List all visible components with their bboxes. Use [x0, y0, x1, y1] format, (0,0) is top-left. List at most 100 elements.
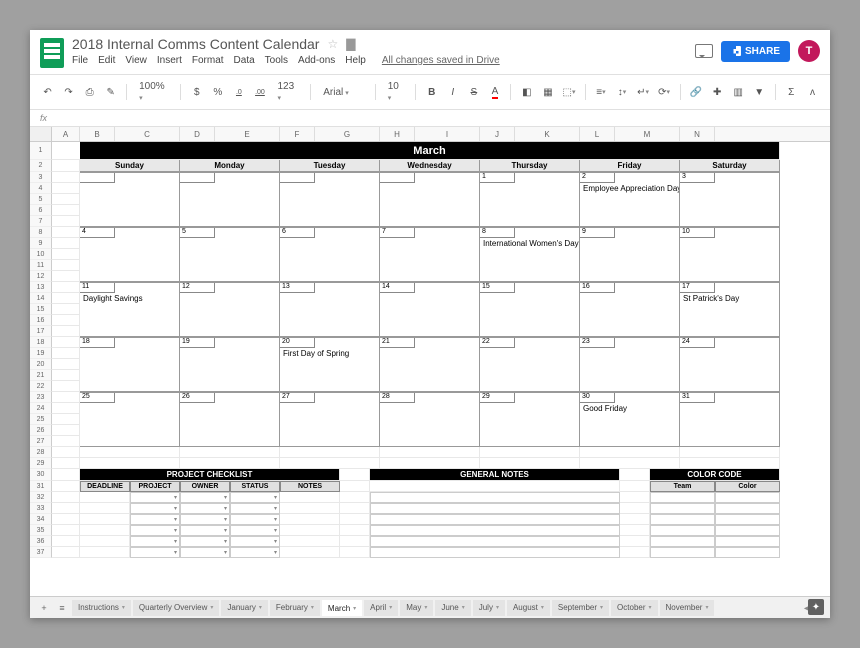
calendar-day[interactable]: 24 — [680, 337, 780, 348]
day-event[interactable] — [80, 403, 180, 414]
color-cell[interactable] — [715, 525, 780, 536]
bold-icon[interactable]: B — [424, 84, 439, 100]
row-header[interactable]: 29 — [30, 458, 52, 469]
day-cell[interactable] — [180, 260, 280, 271]
row-header[interactable]: 30 — [30, 469, 52, 481]
day-cell[interactable] — [580, 425, 680, 436]
col-header[interactable]: K — [515, 127, 580, 141]
day-event[interactable]: First Day of Spring — [280, 348, 380, 359]
day-cell[interactable] — [80, 249, 180, 260]
day-event[interactable]: International Women's Day — [480, 238, 580, 249]
day-cell[interactable] — [580, 216, 680, 227]
row-header[interactable]: 25 — [30, 414, 52, 425]
fill-color-icon[interactable]: ◧ — [519, 84, 534, 100]
day-cell[interactable] — [380, 370, 480, 381]
day-cell[interactable] — [480, 326, 580, 337]
notes-cell[interactable] — [280, 547, 340, 558]
day-event[interactable]: Daylight Savings — [80, 293, 180, 304]
col-header[interactable]: A — [52, 127, 80, 141]
day-cell[interactable] — [480, 271, 580, 282]
general-notes-cell[interactable] — [370, 525, 620, 536]
day-cell[interactable] — [180, 315, 280, 326]
day-cell[interactable] — [80, 370, 180, 381]
day-cell[interactable] — [480, 436, 580, 447]
row-header[interactable]: 36 — [30, 536, 52, 547]
project-dropdown[interactable] — [130, 547, 180, 558]
col-header[interactable]: H — [380, 127, 415, 141]
menu-addons[interactable]: Add-ons — [298, 55, 335, 66]
owner-dropdown[interactable] — [180, 514, 230, 525]
day-cell[interactable] — [380, 425, 480, 436]
sheet-tab[interactable]: May — [400, 600, 433, 616]
cell[interactable] — [80, 458, 180, 469]
general-notes-cell[interactable] — [370, 547, 620, 558]
day-cell[interactable] — [580, 194, 680, 205]
owner-dropdown[interactable] — [180, 492, 230, 503]
percent-icon[interactable]: % — [210, 84, 225, 100]
day-cell[interactable] — [680, 194, 780, 205]
day-event[interactable] — [380, 183, 480, 194]
row-header[interactable]: 31 — [30, 481, 52, 492]
day-cell[interactable] — [680, 414, 780, 425]
day-cell[interactable] — [280, 381, 380, 392]
general-notes-cell[interactable] — [370, 503, 620, 514]
day-cell[interactable] — [80, 326, 180, 337]
calendar-day[interactable]: 9 — [580, 227, 680, 238]
save-status[interactable]: All changes saved in Drive — [382, 55, 500, 66]
day-cell[interactable] — [380, 359, 480, 370]
font-size-dropdown[interactable]: 10 — [384, 79, 408, 105]
color-cell[interactable] — [715, 514, 780, 525]
day-event[interactable]: St Patrick's Day — [680, 293, 780, 304]
link-icon[interactable]: 🔗 — [689, 84, 704, 100]
menu-tools[interactable]: Tools — [265, 55, 288, 66]
calendar-day[interactable]: 16 — [580, 282, 680, 293]
cell[interactable] — [480, 447, 580, 458]
row-header[interactable]: 16 — [30, 315, 52, 326]
row-header[interactable]: 2 — [30, 160, 52, 172]
rotate-icon[interactable]: ⟳ — [657, 84, 672, 100]
status-dropdown[interactable] — [230, 547, 280, 558]
owner-dropdown[interactable] — [180, 525, 230, 536]
color-cell[interactable] — [715, 503, 780, 514]
day-cell[interactable] — [280, 315, 380, 326]
day-cell[interactable] — [480, 304, 580, 315]
sheet-tab[interactable]: Quarterly Overview — [133, 600, 219, 616]
day-cell[interactable] — [180, 381, 280, 392]
row-header[interactable]: 18 — [30, 337, 52, 348]
day-event[interactable] — [280, 293, 380, 304]
row-header[interactable]: 14 — [30, 293, 52, 304]
cell[interactable] — [180, 458, 280, 469]
row-header[interactable]: 37 — [30, 547, 52, 558]
status-dropdown[interactable] — [230, 492, 280, 503]
col-header[interactable]: F — [280, 127, 315, 141]
notes-cell[interactable] — [280, 525, 340, 536]
row-header[interactable]: 6 — [30, 205, 52, 216]
day-cell[interactable] — [280, 205, 380, 216]
day-event[interactable] — [80, 238, 180, 249]
row-header[interactable]: 27 — [30, 436, 52, 447]
zoom-dropdown[interactable]: 100% — [135, 79, 172, 105]
status-dropdown[interactable] — [230, 514, 280, 525]
cell[interactable] — [280, 458, 380, 469]
row-header[interactable]: 15 — [30, 304, 52, 315]
calendar-day[interactable] — [380, 172, 480, 183]
menu-edit[interactable]: Edit — [98, 55, 115, 66]
project-dropdown[interactable] — [130, 536, 180, 547]
calendar-day[interactable]: 7 — [380, 227, 480, 238]
day-cell[interactable] — [680, 205, 780, 216]
valign-icon[interactable]: ↕ — [615, 84, 630, 100]
day-event[interactable] — [580, 293, 680, 304]
day-cell[interactable] — [380, 326, 480, 337]
day-cell[interactable] — [480, 205, 580, 216]
comments-icon[interactable] — [695, 44, 713, 58]
day-event[interactable] — [80, 183, 180, 194]
calendar-day[interactable]: 31 — [680, 392, 780, 403]
notes-cell[interactable] — [280, 514, 340, 525]
day-cell[interactable] — [580, 359, 680, 370]
sheet-tab[interactable]: August — [507, 600, 550, 616]
increase-decimal-icon[interactable]: .00 — [252, 84, 267, 100]
day-cell[interactable] — [280, 260, 380, 271]
text-color-icon[interactable]: A — [487, 84, 502, 100]
cell[interactable] — [380, 458, 480, 469]
day-cell[interactable] — [180, 194, 280, 205]
